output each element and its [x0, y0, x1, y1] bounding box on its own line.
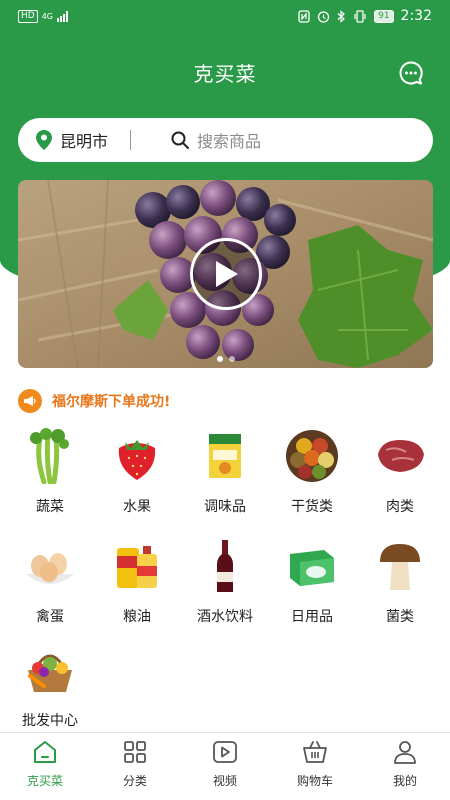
category-item-grain-oil[interactable]: 粮油 — [92, 538, 182, 626]
carousel-dot — [216, 356, 223, 362]
tab-label: 购物车 — [296, 774, 333, 788]
search-icon — [171, 131, 190, 149]
category-item-vegetables[interactable]: 蔬菜 — [5, 428, 95, 516]
play-button[interactable] — [190, 238, 262, 310]
alarm-icon — [317, 10, 330, 23]
city-selector[interactable]: 昆明市 — [60, 128, 108, 152]
home-icon — [34, 741, 56, 763]
tab-label: 我的 — [392, 774, 417, 788]
tab-video[interactable]: 视频 — [180, 733, 270, 800]
order-notice: 福尔摩斯下单成功! — [18, 388, 170, 414]
hd-indicator: HD — [18, 9, 38, 23]
nfc-icon — [298, 9, 310, 23]
message-icon[interactable] — [398, 60, 424, 86]
category-label: 干货类 — [291, 499, 333, 515]
video-icon — [213, 741, 237, 763]
category-item-beverages[interactable]: 酒水饮料 — [180, 538, 270, 626]
category-item-mushroom[interactable]: 菌类 — [355, 538, 445, 626]
category-label: 日用品 — [291, 609, 333, 625]
signal-icon — [57, 10, 68, 22]
seasoning-packet-icon — [209, 434, 241, 478]
tab-label: 视频 — [212, 774, 237, 788]
category-label: 批发中心 — [22, 713, 78, 729]
meat-icon — [378, 440, 424, 472]
tissue-pack-icon — [290, 550, 334, 586]
category-item-fruit[interactable]: 水果 — [92, 428, 182, 516]
user-icon — [394, 741, 416, 764]
eggs-icon — [26, 553, 74, 584]
category-label: 禽蛋 — [36, 609, 64, 625]
tab-cart[interactable]: 购物车 — [270, 733, 360, 800]
tab-category[interactable]: 分类 — [90, 733, 180, 800]
category-item-seasoning[interactable]: 调味品 — [180, 428, 270, 516]
category-item-dried-goods[interactable]: 干货类 — [267, 428, 357, 516]
status-bar: HD 4G 91 2:32 — [0, 0, 450, 32]
dried-goods-icon — [286, 430, 338, 482]
cooking-oil-icon — [117, 546, 157, 588]
cart-icon — [303, 741, 327, 763]
strawberry-icon — [118, 440, 156, 480]
category-label: 调味品 — [204, 499, 246, 515]
app-header: 克买菜 — [0, 52, 450, 92]
network-type: 4G — [41, 11, 53, 21]
grid-icon — [124, 741, 146, 763]
play-icon — [216, 261, 238, 287]
category-label: 肉类 — [386, 499, 414, 515]
carousel-dot — [228, 356, 235, 362]
veggie-basket-icon — [28, 654, 72, 692]
search-bar: 昆明市 搜索商品 — [18, 118, 433, 162]
category-item-wholesale[interactable]: 批发中心 — [5, 642, 95, 730]
search-input[interactable]: 搜索商品 — [197, 128, 261, 152]
notice-text: 福尔摩斯下单成功! — [52, 394, 171, 410]
category-label: 水果 — [123, 499, 151, 515]
page-title: 克买菜 — [193, 61, 257, 86]
location-pin-icon[interactable] — [36, 130, 52, 150]
video-banner[interactable] — [18, 180, 433, 368]
clock: 2:32 — [400, 8, 432, 24]
category-item-meat[interactable]: 肉类 — [355, 428, 445, 516]
search-divider — [130, 130, 132, 150]
tab-home[interactable]: 克买菜 — [0, 733, 90, 800]
battery-indicator: 91 — [374, 9, 394, 23]
celery-icon — [30, 428, 69, 484]
bluetooth-icon — [337, 9, 346, 23]
bottom-tab-bar: 克买菜 分类 视频 购物车 我的 — [0, 732, 450, 800]
carousel-indicator — [18, 356, 433, 362]
tab-label: 克买菜 — [26, 774, 63, 788]
category-label: 酒水饮料 — [197, 609, 253, 625]
megaphone-icon — [18, 389, 42, 413]
category-item-daily-goods[interactable]: 日用品 — [267, 538, 357, 626]
mushroom-icon — [380, 544, 420, 590]
category-label: 蔬菜 — [36, 499, 64, 515]
category-label: 菌类 — [386, 609, 414, 625]
vibrate-icon — [354, 9, 366, 23]
tab-label: 分类 — [122, 774, 147, 788]
category-item-eggs[interactable]: 禽蛋 — [5, 538, 95, 626]
wine-bottle-icon — [217, 540, 233, 592]
tab-profile[interactable]: 我的 — [360, 733, 450, 800]
category-label: 粮油 — [123, 609, 151, 625]
